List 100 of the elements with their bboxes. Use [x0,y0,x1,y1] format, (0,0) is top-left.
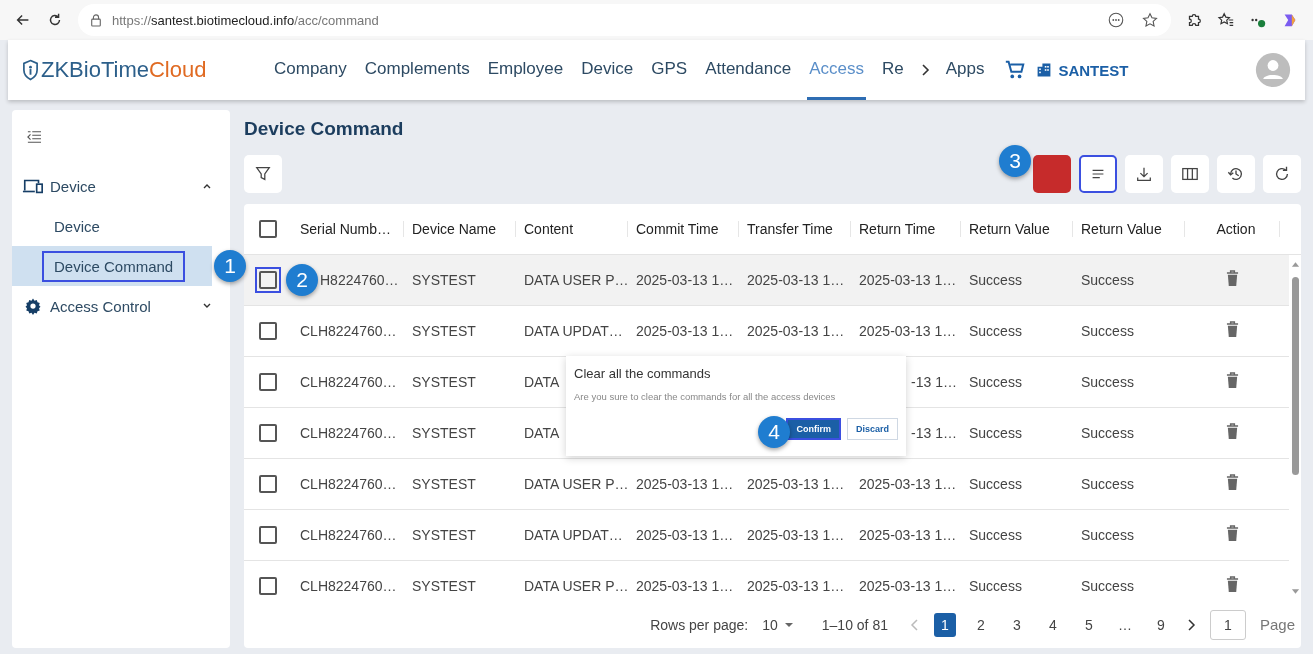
page-number[interactable]: … [1113,612,1136,637]
cart-icon[interactable] [1004,59,1027,81]
confirm-button[interactable]: Confirm [786,418,841,440]
trash-icon[interactable] [1226,576,1239,593]
refresh-button[interactable] [1263,155,1301,193]
download-icon [1135,165,1153,183]
sidebar-group[interactable]: Access Control [12,286,230,326]
nav-tab[interactable]: Complements [362,40,472,100]
table-cell: H8224760… [320,272,399,288]
nav-tab[interactable]: Re [879,40,906,100]
column-header[interactable]: Return Time [851,221,961,237]
trash-icon[interactable] [1226,525,1239,542]
table-row[interactable]: CLH8224760… SYSTEST DATA USER P… 2025-03-13 1… 2025-03-13 1… 2025-03-13 1… Success Success [244,561,1289,601]
select-all-checkbox[interactable] [259,220,277,238]
trash-icon[interactable] [1226,372,1239,389]
table-row[interactable]: 2 H8224760… SYSTEST DATA USER P… 2025-03-13 1… 2025-03-13 1… 2025-03-13 1… Success Success [244,255,1289,306]
scrollbar-thumb[interactable] [1291,277,1299,475]
page-number[interactable]: 1 [933,612,956,637]
refresh-icon [1273,165,1291,183]
table-cell: 2025-03-13 1… [636,476,734,492]
history-button[interactable] [1217,155,1255,193]
row-checkbox[interactable] [259,526,277,544]
table-cell: DATA [524,425,560,441]
chevron-right-icon[interactable] [919,63,930,77]
column-header[interactable]: Commit Time [628,221,739,237]
discard-button[interactable]: Discard [846,418,898,440]
column-header[interactable]: Return Value [961,221,1073,237]
dropdown-caret-icon [783,621,794,628]
app-logo[interactable]: ZKBioTimeCloud [22,57,272,83]
scroll-down-icon[interactable] [1290,589,1300,595]
column-header[interactable]: Action [1185,221,1280,237]
row-checkbox[interactable] [259,475,277,493]
table-row[interactable]: CLH8224760… SYSTEST DATA UPDAT… 2025-03-13 1… 2025-03-13 1… 2025-03-13 1… Success Success [244,510,1289,561]
row-checkbox[interactable] [259,577,277,595]
column-header[interactable]: Return Value [1073,221,1185,237]
devices-icon [22,177,44,195]
table-cell: Success [969,374,1022,390]
sidebar-item[interactable]: Device [12,206,212,246]
page-input[interactable]: 1 [1209,609,1246,640]
scroll-up-icon[interactable] [1290,261,1300,267]
columns-button[interactable] [1171,155,1209,193]
table-cell: CLH8224760… [300,374,397,390]
table-cell: Success [1081,272,1134,288]
table-cell: Success [969,476,1022,492]
page-number[interactable]: 5 [1077,612,1100,637]
page-number[interactable]: 2 [969,612,992,637]
filter-button[interactable] [244,155,282,193]
page-label: Page [1259,616,1295,633]
table-cell: DATA USER P… [524,578,629,594]
nav-tab[interactable]: GPS [649,40,690,100]
url-text: https://santest.biotimecloud.info/acc/command [112,12,380,28]
download-button[interactable] [1125,155,1163,193]
column-header[interactable]: Device Name [404,221,516,237]
page-number[interactable]: 4 [1041,612,1064,637]
nav-tab[interactable]: Device [579,40,636,100]
favorites-icon[interactable] [1217,11,1235,29]
table-cell: 2025-03-13 1… [859,527,957,543]
company-name[interactable]: SANTEST [1058,61,1129,79]
table-cell: CLH8224760… [300,425,397,441]
menu-item-label: Device Command [42,250,186,282]
nav-tab[interactable]: Attendance [703,40,794,100]
row-checkbox[interactable] [259,373,277,391]
table-cell: 2025-03-13 1… [747,578,845,594]
table-row[interactable]: CLH8224760… SYSTEST DATA USER P… 2025-03-13 1… 2025-03-13 1… 2025-03-13 1… Success Success [244,459,1289,510]
table-cell: CLH8224760… [300,476,397,492]
popover-message: Are you sure to clear the commands for all the access devices [574,391,837,402]
nav-tab[interactable]: Access [807,40,866,100]
address-bar[interactable]: https://santest.biotimecloud.info/acc/command [78,4,1171,36]
row-checkbox[interactable] [259,322,277,340]
table-cell: Success [1081,425,1134,441]
rows-per-page-select[interactable]: 10 [762,616,794,633]
trash-icon[interactable] [1226,270,1239,287]
trash-icon[interactable] [1226,321,1239,338]
column-header[interactable]: Serial Numb… [292,221,404,237]
table-cell: 2025-03-13 1… [636,323,734,339]
sidebar-group[interactable]: Device [12,166,230,206]
table-cell: 2025-03-13 1… [859,476,957,492]
next-page-icon[interactable] [1185,617,1196,632]
table-cell: 2025-03-13 1… [636,272,734,288]
column-header[interactable]: Content [516,221,628,237]
nav-tab[interactable]: Employee [485,40,566,100]
apps-link[interactable]: Apps [943,40,987,100]
step-number-badge: 3 [999,145,1031,177]
table-cell: DATA USER P… [524,272,629,288]
row-checkbox[interactable] [259,424,277,442]
collapse-menu-icon[interactable] [26,130,42,144]
table-cell: SYSTEST [412,323,476,339]
page-number[interactable]: 9 [1149,612,1172,637]
trash-icon[interactable] [1226,423,1239,440]
table-cell: 2025-03-13 1… [636,527,734,543]
page-number[interactable]: 3 [1005,612,1028,637]
column-header[interactable]: Transfer Time [739,221,851,237]
more-icon[interactable] [1107,11,1125,29]
rows-per-page-label: Rows per page: [650,616,749,633]
columns-icon [1181,165,1199,183]
table-cell: DATA UPDAT… [524,527,623,543]
star-icon[interactable] [1141,11,1159,29]
clear-button[interactable] [1079,155,1117,193]
nav-tab[interactable]: Company [272,40,349,100]
trash-icon[interactable] [1226,474,1239,491]
